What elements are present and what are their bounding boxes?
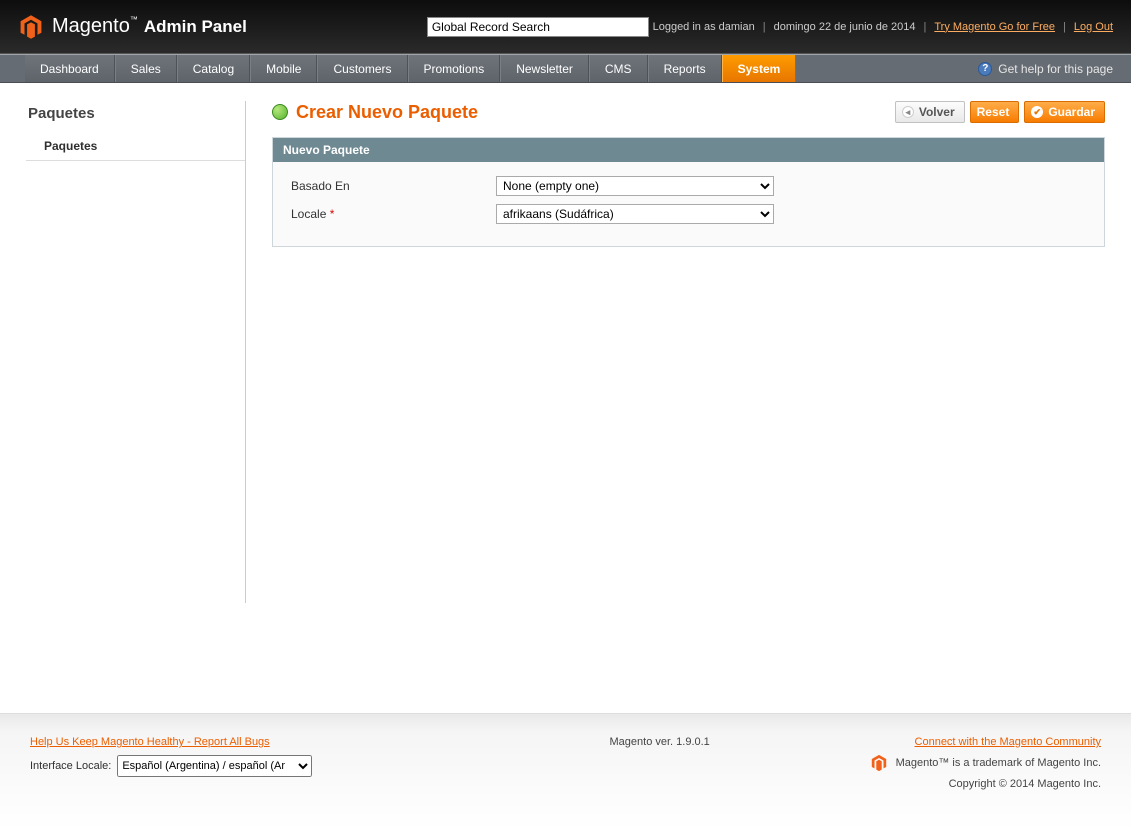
header-date: domingo 22 de junio de 2014 xyxy=(774,21,916,33)
nav-promotions[interactable]: Promotions xyxy=(408,55,501,82)
magento-logo-icon xyxy=(18,14,44,40)
footer: Help Us Keep Magento Healthy - Report Al… xyxy=(0,713,1131,830)
fieldset-body: Basado En None (empty one) Locale * afri… xyxy=(273,162,1104,246)
content-area: Paquetes Paquetes Crear Nuevo Paquete ◂ … xyxy=(0,83,1131,603)
footer-left: Help Us Keep Magento Healthy - Report Al… xyxy=(30,736,450,790)
separator: | xyxy=(1063,21,1066,33)
label-locale: Locale * xyxy=(291,207,496,221)
nav-cms[interactable]: CMS xyxy=(589,55,648,82)
sidebar-title: Paquetes xyxy=(26,101,245,132)
select-locale[interactable]: afrikaans (Sudáfrica) xyxy=(496,204,774,224)
nav-system[interactable]: System xyxy=(722,55,797,82)
separator: | xyxy=(924,21,927,33)
page-title: Crear Nuevo Paquete xyxy=(296,102,478,123)
logo-text-main: Magento™ xyxy=(52,15,138,38)
main-panel: Crear Nuevo Paquete ◂ Volver Reset ✔ Gua… xyxy=(246,101,1105,603)
footer-right: Connect with the Magento Community Magen… xyxy=(870,736,1101,790)
footer-locale-row: Interface Locale: Español (Argentina) / … xyxy=(30,755,450,777)
nav-sales[interactable]: Sales xyxy=(115,55,177,82)
back-button-label: Volver xyxy=(919,105,955,119)
sidebar-item-paquetes[interactable]: Paquetes xyxy=(26,132,245,161)
nav-dashboard[interactable]: Dashboard xyxy=(25,55,115,82)
separator: | xyxy=(763,21,766,33)
help-link-text: Get help for this page xyxy=(998,62,1113,76)
check-icon: ✔ xyxy=(1031,106,1043,118)
magento-logo: Magento™ Admin Panel xyxy=(18,14,247,40)
footer-locale-label: Interface Locale: xyxy=(30,760,111,772)
trademark-text: Magento™ is a trademark of Magento Inc. xyxy=(896,757,1101,769)
help-link[interactable]: ? Get help for this page xyxy=(960,55,1131,82)
copyright-text: Copyright © 2014 Magento Inc. xyxy=(870,778,1101,790)
sidebar: Paquetes Paquetes xyxy=(26,101,246,603)
logo-text-sub: Admin Panel xyxy=(144,17,247,37)
logged-in-text: Logged in as damian xyxy=(653,21,755,33)
row-basado-en: Basado En None (empty one) xyxy=(291,176,1086,196)
nav-reports[interactable]: Reports xyxy=(648,55,722,82)
page-header: Crear Nuevo Paquete ◂ Volver Reset ✔ Gua… xyxy=(272,101,1105,123)
fieldset-legend: Nuevo Paquete xyxy=(273,138,1104,162)
nav-catalog[interactable]: Catalog xyxy=(177,55,250,82)
globe-icon xyxy=(272,104,288,120)
nav-newsletter[interactable]: Newsletter xyxy=(500,55,589,82)
nav-customers[interactable]: Customers xyxy=(317,55,407,82)
nav-mobile[interactable]: Mobile xyxy=(250,55,317,82)
page-actions: ◂ Volver Reset ✔ Guardar xyxy=(895,101,1105,123)
required-marker: * xyxy=(330,207,335,221)
row-locale: Locale * afrikaans (Sudáfrica) xyxy=(291,204,1086,224)
select-basado-en[interactable]: None (empty one) xyxy=(496,176,774,196)
save-button[interactable]: ✔ Guardar xyxy=(1024,101,1105,123)
arrow-left-icon: ◂ xyxy=(902,106,914,118)
top-links: Logged in as damian | domingo 22 de juni… xyxy=(653,21,1113,33)
logout-link[interactable]: Log Out xyxy=(1074,21,1113,33)
save-button-label: Guardar xyxy=(1048,105,1095,119)
magento-small-icon xyxy=(870,754,888,772)
report-bugs-link[interactable]: Help Us Keep Magento Healthy - Report Al… xyxy=(30,736,270,748)
footer-version: Magento ver. 1.9.0.1 xyxy=(610,736,710,748)
top-header: Magento™ Admin Panel Logged in as damian… xyxy=(0,0,1131,54)
global-search-wrap xyxy=(427,17,649,37)
help-icon: ? xyxy=(978,62,992,76)
trademark-row: Magento™ is a trademark of Magento Inc. xyxy=(870,754,1101,772)
back-button[interactable]: ◂ Volver xyxy=(895,101,965,123)
footer-locale-select[interactable]: Español (Argentina) / español (Ar xyxy=(117,755,312,777)
footer-center: Magento ver. 1.9.0.1 xyxy=(450,736,870,790)
label-basado-en: Basado En xyxy=(291,179,496,193)
reset-button-label: Reset xyxy=(977,105,1010,119)
main-nav: Dashboard Sales Catalog Mobile Customers… xyxy=(0,54,1131,83)
global-search-input[interactable] xyxy=(427,17,649,37)
reset-button[interactable]: Reset xyxy=(970,101,1020,123)
community-link[interactable]: Connect with the Magento Community xyxy=(915,736,1101,748)
try-magento-link[interactable]: Try Magento Go for Free xyxy=(934,21,1055,33)
form-fieldset: Nuevo Paquete Basado En None (empty one)… xyxy=(272,137,1105,247)
